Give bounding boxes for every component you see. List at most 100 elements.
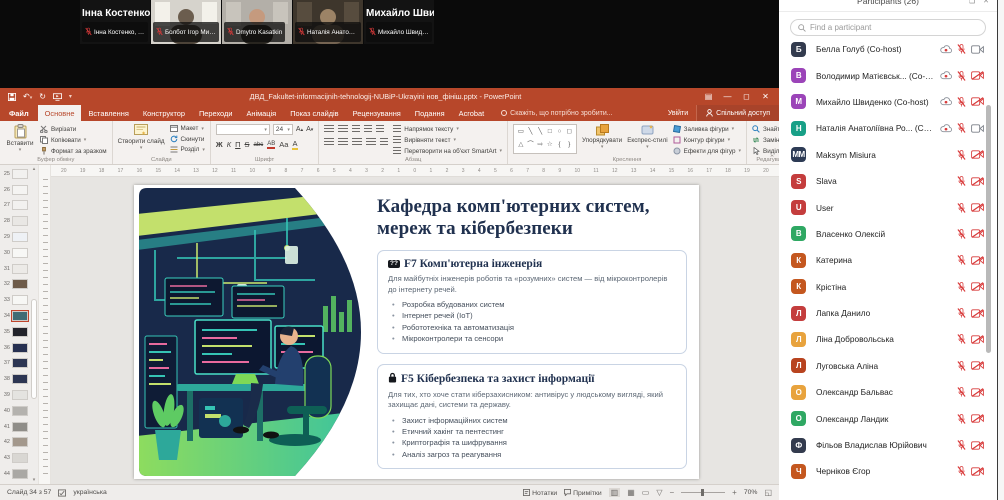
shapes-gallery[interactable]: ▭╲╲□○◻ △⌒⇨☆{}	[513, 124, 577, 154]
tab-вставлення[interactable]: Вставлення	[81, 105, 135, 121]
zoom-level[interactable]: 70%	[744, 489, 758, 496]
slide-thumbnail[interactable]: 45	[0, 482, 30, 484]
change-case-button[interactable]: Аа	[279, 140, 288, 149]
participant-row[interactable]: ЛЛапка Данило	[779, 300, 997, 326]
slide-thumbnail[interactable]: 31	[0, 261, 30, 277]
thumbnail-preview[interactable]	[12, 248, 28, 258]
spellcheck-icon[interactable]	[58, 489, 66, 497]
shape-outline-button[interactable]: Контур фігури▾	[673, 136, 741, 144]
cut-button[interactable]: Вирізати	[40, 125, 107, 133]
thumbnail-preview[interactable]	[12, 295, 28, 305]
thumbnail-preview[interactable]	[12, 311, 28, 321]
participant-row[interactable]: ООлександр Бальвас	[779, 379, 997, 405]
indent-increase-icon[interactable]	[364, 125, 372, 133]
font-color-button[interactable]: А	[292, 139, 297, 150]
zoom-in-button[interactable]: +	[732, 488, 737, 497]
tell-me-box[interactable]: Скажіть, що потрібно зробити...	[501, 105, 612, 121]
fit-to-window-icon[interactable]: ◱	[764, 488, 772, 497]
tab-рецензування[interactable]: Рецензування	[346, 105, 408, 121]
char-spacing-button[interactable]: АВ	[267, 141, 275, 149]
bold-button[interactable]: Ж	[216, 140, 223, 149]
slide-sorter-view-button[interactable]: ▦	[627, 488, 635, 497]
zoom-out-button[interactable]: −	[669, 488, 674, 497]
video-tile[interactable]: Наталія Анатоліївна Р...	[293, 0, 363, 44]
shrink-font-icon[interactable]: А▾	[306, 126, 313, 133]
tab-acrobat[interactable]: Acrobat	[452, 105, 491, 121]
slide-thumbnail[interactable]: 42	[0, 435, 30, 451]
participants-scrollbar[interactable]	[986, 105, 991, 353]
thumbnail-preview[interactable]	[12, 469, 28, 479]
collapse-ribbon-icon[interactable]: ⌃	[769, 154, 775, 162]
ribbon-display-options-icon[interactable]: ▤	[699, 88, 718, 105]
smartart-button[interactable]: Перетворити на об'єкт SmartArt▾	[393, 147, 502, 155]
align-left-icon[interactable]	[324, 138, 334, 146]
slide-thumbnail[interactable]: 44	[0, 466, 30, 482]
slide-thumbnail[interactable]: 41	[0, 419, 30, 435]
thumbnail-preview[interactable]	[12, 169, 28, 179]
align-text-button[interactable]: Вирівняти текст▾	[393, 136, 502, 144]
copy-button[interactable]: Копіювати▾	[40, 136, 107, 144]
thumbnail-preview[interactable]	[12, 343, 28, 353]
slide-thumbnail[interactable]: 26	[0, 182, 30, 198]
participant-row[interactable]: ККатерина	[779, 247, 997, 273]
slide-thumbnail[interactable]: 37	[0, 356, 30, 372]
italic-button[interactable]: К	[227, 140, 231, 149]
slide-thumbnail[interactable]: 40	[0, 403, 30, 419]
slideshow-view-button[interactable]: ▽	[656, 488, 662, 497]
participant-row[interactable]: UUser	[779, 194, 997, 220]
participant-row[interactable]: ФФільов Владислав Юрійович	[779, 432, 997, 458]
align-right-icon[interactable]	[352, 138, 362, 146]
grow-font-icon[interactable]: А▴	[296, 126, 303, 133]
participant-row[interactable]: ЛЛіна Добровольська	[779, 326, 997, 352]
slide-thumbnail[interactable]: 36	[0, 340, 30, 356]
arrange-button[interactable]: Упорядкувати▾	[582, 124, 622, 151]
quick-styles-button[interactable]: Експрес-стилі▾	[627, 124, 667, 151]
notes-button[interactable]: Нотатки	[523, 489, 557, 497]
thumbnail-preview[interactable]	[12, 406, 28, 416]
close-button[interactable]: ✕	[756, 88, 775, 105]
format-painter-button[interactable]: Формат за зразком	[40, 147, 107, 155]
tab-подання[interactable]: Подання	[408, 105, 452, 121]
participant-row[interactable]: ООлександр Ландик	[779, 405, 997, 431]
slide-thumbnail[interactable]: 28	[0, 213, 30, 229]
reading-view-button[interactable]: ▭	[642, 488, 650, 497]
sign-in-button[interactable]: Увійти	[660, 105, 696, 121]
thumbnail-preview[interactable]	[12, 279, 28, 289]
slide-thumbnail[interactable]: 38	[0, 371, 30, 387]
participant-row[interactable]: ККрістіна	[779, 274, 997, 300]
participant-row[interactable]: ЛЛуговська Аліна	[779, 353, 997, 379]
justify-icon[interactable]	[366, 138, 376, 146]
paste-button[interactable]: Вставити▾	[5, 124, 35, 154]
slide-thumbnail[interactable]: 32	[0, 277, 30, 293]
tab-конструктор[interactable]: Конструктор	[136, 105, 192, 121]
language-indicator[interactable]: українська	[73, 489, 106, 496]
line-spacing-icon[interactable]	[376, 125, 384, 133]
slide-thumbnail[interactable]: 34	[0, 308, 30, 324]
align-center-icon[interactable]	[338, 138, 348, 146]
panel-close-icon[interactable]: ✕	[983, 0, 989, 5]
tab-анімація[interactable]: Анімація	[239, 105, 283, 121]
thumbnail-preview[interactable]	[12, 453, 28, 463]
scroll-down-arrow[interactable]: ▾	[30, 477, 38, 483]
thumbnail-preview[interactable]	[12, 200, 28, 210]
tab-показ-слайдів[interactable]: Показ слайдів	[283, 105, 345, 121]
slide-canvas[interactable]: Кафедра комп'ютерних систем, мереж та кі…	[134, 185, 699, 479]
underline-button[interactable]: П	[235, 140, 240, 149]
start-slideshow-icon[interactable]	[53, 93, 62, 101]
tab-переходи[interactable]: Переходи	[192, 105, 239, 121]
thumbnail-preview[interactable]	[12, 358, 28, 368]
numbering-icon[interactable]	[338, 125, 348, 133]
columns-icon[interactable]	[380, 138, 388, 146]
thumbnail-preview[interactable]	[12, 185, 28, 195]
undo-icon[interactable]: ↶▾	[23, 92, 32, 101]
section-button[interactable]: Розділ▾	[170, 146, 205, 153]
participant-row[interactable]: ЧЧерніков Єгор	[779, 458, 997, 484]
indent-decrease-icon[interactable]	[352, 125, 360, 133]
thumbnail-preview[interactable]	[12, 374, 28, 384]
slide-thumbnail[interactable]: 43	[0, 450, 30, 466]
participant-row[interactable]: ББелла Голуб (Co-host)	[779, 36, 997, 62]
scroll-up-arrow[interactable]: ▴	[30, 166, 38, 172]
tab-файл[interactable]: Файл	[0, 105, 38, 121]
participant-row[interactable]: SSlava	[779, 168, 997, 194]
slide-thumbnail[interactable]: 35	[0, 324, 30, 340]
